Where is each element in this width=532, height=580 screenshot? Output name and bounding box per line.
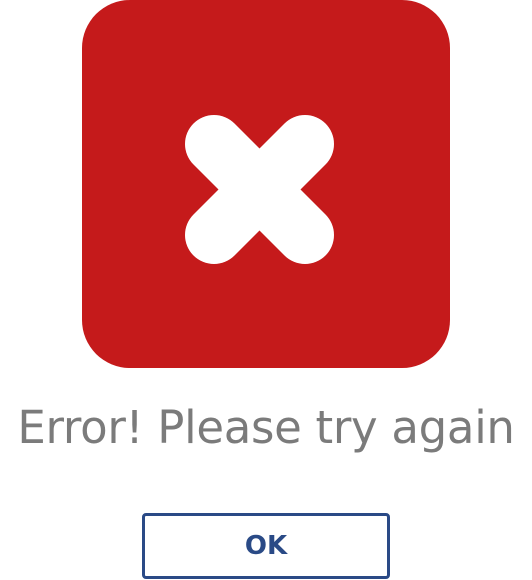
error-dialog: Error! Please try again OK: [0, 0, 532, 580]
close-x-glyph: [185, 115, 334, 264]
ok-button[interactable]: OK: [142, 513, 390, 579]
error-x-icon: [82, 0, 450, 368]
error-message: Error! Please try again: [17, 401, 515, 454]
